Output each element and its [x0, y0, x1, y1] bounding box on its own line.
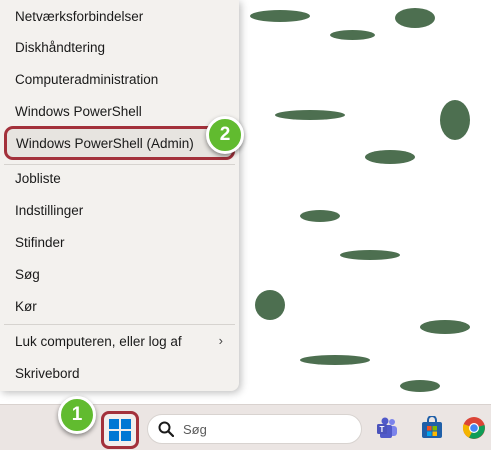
chrome-icon[interactable] [462, 416, 486, 440]
start-button[interactable] [101, 411, 139, 449]
menu-item-label: Luk computeren, eller log af [15, 333, 182, 349]
menu-item-stifinder[interactable]: Stifinder [4, 227, 235, 257]
menu-item-windows-powershell-admin[interactable]: Windows PowerShell (Admin) [4, 126, 235, 160]
svg-text:T: T [380, 425, 385, 434]
menu-item-skrivebord[interactable]: Skrivebord [4, 358, 235, 388]
teams-icon[interactable]: T [375, 416, 399, 440]
menu-item-computeradministration[interactable]: Computeradministration [4, 64, 235, 94]
menu-item-netvaerksforbindelser[interactable]: Netværksforbindelser [4, 1, 235, 31]
taskbar-search-box[interactable]: Søg [147, 414, 362, 444]
menu-item-label: Diskhåndtering [15, 39, 106, 55]
menu-item-label: Windows PowerShell [15, 103, 142, 119]
menu-item-diskhaandtering[interactable]: Diskhåndtering [4, 32, 235, 62]
menu-item-indstillinger[interactable]: Indstillinger [4, 195, 235, 225]
menu-item-soeg[interactable]: Søg [4, 259, 235, 289]
step-badge-2: 2 [206, 116, 244, 154]
menu-item-label: Jobliste [15, 170, 61, 186]
chevron-right-icon: › [218, 333, 223, 348]
menu-item-jobliste[interactable]: Jobliste [4, 163, 235, 193]
microsoft-store-icon[interactable] [420, 416, 444, 440]
menu-item-label: Indstillinger [15, 202, 84, 218]
start-context-menu: Netværksforbindelser Diskhåndtering Comp… [0, 0, 239, 391]
search-label: Søg [183, 421, 207, 437]
menu-separator [4, 324, 235, 325]
windows-logo-icon [109, 419, 131, 441]
menu-item-windows-powershell[interactable]: Windows PowerShell [4, 96, 235, 126]
menu-item-label: Søg [15, 266, 40, 282]
menu-item-koer[interactable]: Kør [4, 291, 235, 321]
menu-item-label: Kør [15, 298, 37, 314]
menu-item-label: Windows PowerShell (Admin) [16, 135, 194, 151]
menu-item-label: Computeradministration [15, 71, 159, 87]
step-badge-1: 1 [58, 396, 96, 434]
menu-item-label: Skrivebord [15, 365, 80, 381]
menu-item-label: Stifinder [15, 234, 65, 250]
menu-item-shutdown-signout[interactable]: Luk computeren, eller log af › [4, 326, 235, 356]
menu-item-label: Netværksforbindelser [15, 8, 144, 24]
search-icon [158, 421, 174, 437]
